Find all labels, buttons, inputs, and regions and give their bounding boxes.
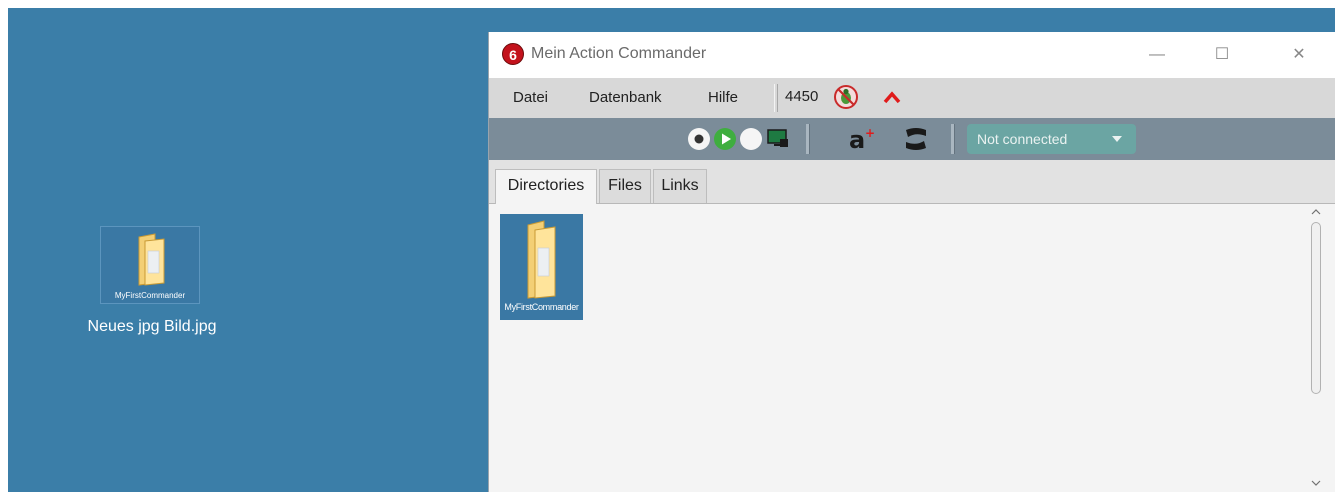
add-text-icon[interactable]: a + xyxy=(847,126,875,152)
desktop-folder-icon[interactable]: MyFirstCommander xyxy=(100,226,200,304)
maximize-button[interactable]: ☐ xyxy=(1207,42,1237,68)
menu-separator xyxy=(774,84,778,112)
svg-text:+: + xyxy=(865,126,875,140)
app-window: 6 Mein Action Commander — ☐ ✕ Datei Date… xyxy=(488,32,1335,492)
directory-item[interactable]: MyFirstCommander xyxy=(500,214,583,320)
menu-datenbank[interactable]: Datenbank xyxy=(589,89,662,106)
tab-links[interactable]: Links xyxy=(653,169,707,203)
stop-button[interactable] xyxy=(739,127,763,151)
connection-status: Not connected xyxy=(977,131,1068,147)
record-count: 4450 xyxy=(785,88,819,105)
folder-icon xyxy=(527,220,556,299)
tab-bar: Directories Files Links xyxy=(489,160,1335,204)
toolbar-separator xyxy=(951,124,955,154)
app-logo-icon: 6 xyxy=(502,43,524,65)
chevron-up-icon[interactable] xyxy=(1311,207,1321,217)
tab-files[interactable]: Files xyxy=(599,169,651,203)
desktop-icon-caption: MyFirstCommander xyxy=(114,291,186,300)
toolbar-separator xyxy=(806,124,810,154)
scrollbar-thumb[interactable] xyxy=(1311,222,1321,394)
menu-bar: Datei Datenbank Hilfe 4450 xyxy=(489,78,1335,118)
close-button[interactable]: ✕ xyxy=(1284,42,1314,68)
directory-list: MyFirstCommander xyxy=(489,204,1335,492)
play-button[interactable] xyxy=(713,127,737,151)
menu-hilfe[interactable]: Hilfe xyxy=(708,89,738,106)
folder-icon xyxy=(138,233,165,286)
chevron-down-icon xyxy=(1112,136,1122,142)
title-bar[interactable]: 6 Mein Action Commander — ☐ ✕ xyxy=(489,32,1335,78)
connection-select[interactable]: Not connected xyxy=(967,124,1136,154)
sync-icon[interactable] xyxy=(902,125,930,153)
minimize-button[interactable]: — xyxy=(1142,42,1172,68)
directory-item-label: MyFirstCommander xyxy=(504,302,579,312)
record-button[interactable] xyxy=(687,127,711,151)
window-title: Mein Action Commander xyxy=(531,45,707,62)
svg-text:a: a xyxy=(849,126,865,152)
caret-up-icon[interactable] xyxy=(883,88,901,106)
vertical-scrollbar[interactable] xyxy=(1307,204,1325,492)
menu-datei[interactable]: Datei xyxy=(513,89,548,106)
toolbar: a + Not connected xyxy=(489,118,1335,160)
screen-capture-icon[interactable] xyxy=(766,128,790,150)
bug-disabled-icon[interactable] xyxy=(833,84,859,110)
desktop-file-label[interactable]: Neues jpg Bild.jpg xyxy=(72,318,232,336)
chevron-down-icon[interactable] xyxy=(1311,478,1321,488)
tab-directories[interactable]: Directories xyxy=(495,169,597,204)
